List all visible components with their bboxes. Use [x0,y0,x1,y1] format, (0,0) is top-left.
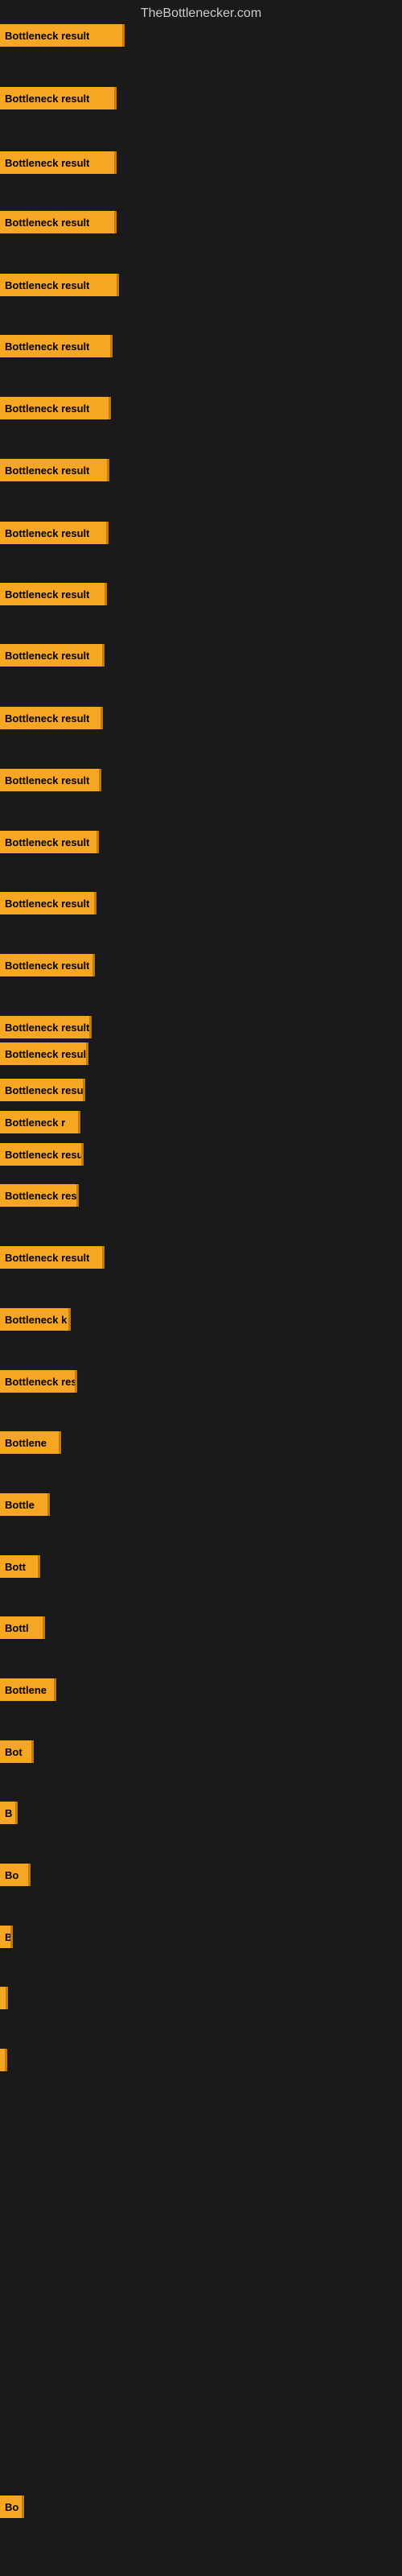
bottleneck-label: Bo [5,2501,18,2513]
bottleneck-label: Bottleneck result [5,93,89,105]
bottleneck-label: Bottleneck r [5,1117,65,1129]
bottleneck-item: Bottle [0,1493,50,1516]
bottleneck-item [0,1987,8,2009]
bottleneck-item: Bottlene [0,1678,56,1701]
bottleneck-item: Bottleneck result [0,151,117,174]
bottleneck-label: Bottleneck result [5,217,89,229]
bottleneck-label: B [5,1931,10,1943]
bottleneck-label: Bottleneck result [5,774,89,786]
bottleneck-item: Bottleneck result [0,87,117,109]
bottleneck-label: Bottleneck result [5,279,89,291]
bottleneck-label: Bottleneck result [5,836,89,848]
bottleneck-label: B [5,1807,12,1819]
bottleneck-item: Bottl [0,1616,45,1639]
bottleneck-label: Bottleneck res [5,1190,76,1202]
bottleneck-item: Bottleneck result [0,769,101,791]
bottleneck-item: Bottleneck result [0,892,96,914]
bottleneck-label: Bottleneck result [5,650,89,662]
bottleneck-label: Bott [5,1561,26,1573]
bottleneck-item: Bottleneck res [0,1184,79,1207]
bottleneck-item: Bottleneck result [0,522,109,544]
bottleneck-item [0,2049,7,2071]
bottleneck-item: Bottleneck resul [0,1079,85,1101]
bottleneck-item: Bottleneck result [0,707,103,729]
bottleneck-item: Bottleneck result [0,954,95,976]
bottleneck-label: Bottleneck result [5,464,89,477]
bottleneck-label: Bottleneck result [5,341,89,353]
bottleneck-item: Bot [0,1740,34,1763]
bottleneck-label: Bottleneck result [5,527,89,539]
bottleneck-label: Bottleneck resu [5,1149,81,1161]
bottleneck-label: Bottleneck result [5,157,89,169]
bottleneck-item: Bottleneck result [0,274,119,296]
bottleneck-item: Bo [0,1864,31,1886]
bottleneck-item: B [0,1926,13,1948]
bottleneck-label: Bottlene [5,1684,47,1696]
bottleneck-item: Bott [0,1555,40,1578]
bottleneck-item: Bottleneck result [0,459,109,481]
site-title: TheBottlenecker.com [0,0,402,27]
bottleneck-item: Bottleneck resu [0,1370,77,1393]
bottleneck-label: Bottleneck resul [5,1084,83,1096]
bottleneck-label: Bottlene [5,1437,47,1449]
bottleneck-item: Bottleneck result [0,397,111,419]
bottleneck-label: Bottleneck result [5,30,89,42]
bottleneck-label: Bottleneck result [5,1252,89,1264]
bottleneck-label: Bottleneck result [5,712,89,724]
bottleneck-label: Bottleneck resu [5,1376,75,1388]
bottleneck-label: Bottleneck result [5,898,89,910]
bottleneck-item: Bo [0,2496,24,2518]
bottleneck-item: Bottleneck result [0,1042,88,1065]
bottleneck-item: Bottleneck result [0,1016,92,1038]
bottleneck-label: Bo [5,1869,18,1881]
bottleneck-item: Bottleneck result [0,335,113,357]
bottleneck-item: Bottleneck result [0,831,99,853]
bottleneck-item: Bottleneck result [0,583,107,605]
bottleneck-label: Bottleneck result [5,402,89,415]
bottleneck-item: B [0,1802,18,1824]
bottleneck-label: Bot [5,1746,23,1758]
bottleneck-label: Bottleneck result [5,588,89,601]
bottleneck-item: Bottleneck resu [0,1143,84,1166]
bottleneck-item: Bottlene [0,1431,61,1454]
bottleneck-item: Bottleneck result [0,644,105,667]
bottleneck-item: Bottleneck r [0,1111,80,1133]
bottleneck-label: Bottleneck result [5,960,89,972]
bottleneck-label: Bottleneck k [5,1314,67,1326]
bottleneck-label: Bottleneck result [5,1048,86,1060]
bottleneck-label: Bottleneck result [5,1022,89,1034]
bottleneck-item: Bottleneck result [0,24,125,47]
bottleneck-label: Bottle [5,1499,35,1511]
bottleneck-label: Bottl [5,1622,29,1634]
bottleneck-item: Bottleneck result [0,1246,105,1269]
bottleneck-item: Bottleneck k [0,1308,71,1331]
bottleneck-item: Bottleneck result [0,211,117,233]
